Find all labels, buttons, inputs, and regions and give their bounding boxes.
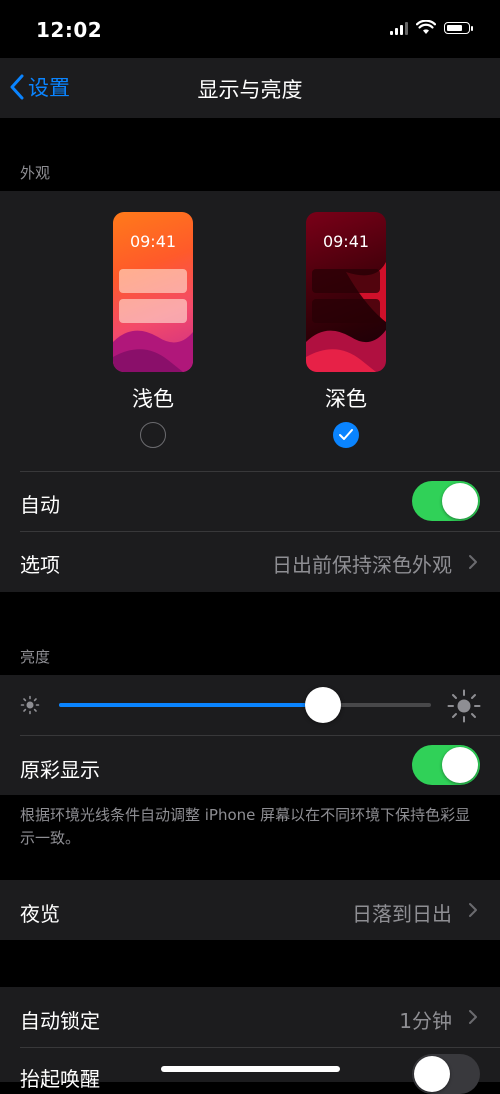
brightness-slider-thumb[interactable]	[305, 687, 342, 723]
checkmark-icon	[339, 429, 353, 440]
separator	[20, 1047, 500, 1048]
true-tone-toggle[interactable]	[412, 745, 480, 785]
light-preview-widget	[119, 299, 187, 323]
page-title: 显示与亮度	[197, 78, 303, 102]
auto-lock-value: 1分钟	[399, 1009, 452, 1033]
dark-mode-preview[interactable]: 09:41	[306, 212, 386, 372]
raise-to-wake-label: 抬起唤醒	[20, 1067, 100, 1091]
dark-preview-widget	[312, 299, 380, 323]
sun-small-icon	[20, 695, 40, 715]
light-preview-time: 09:41	[129, 232, 177, 251]
true-tone-label: 原彩显示	[20, 758, 100, 782]
chevron-right-icon	[469, 903, 477, 917]
brightness-header: 亮度	[20, 648, 51, 666]
appearance-group: 09:41 浅色 09:41 深色 自动 选项 日出前保持深色外观	[0, 191, 500, 592]
dark-preview-time: 09:41	[322, 232, 370, 251]
status-time: 12:02	[36, 18, 103, 42]
battery-icon	[444, 21, 473, 34]
appearance-header: 外观	[20, 164, 51, 182]
chevron-right-icon	[469, 1010, 477, 1024]
light-preview-widget	[119, 269, 187, 293]
night-shift-label: 夜览	[20, 902, 60, 926]
sun-large-icon	[447, 689, 481, 723]
night-shift-value: 日落到日出	[352, 902, 452, 926]
separator	[20, 471, 500, 472]
raise-to-wake-toggle[interactable]	[412, 1054, 480, 1094]
status-icons	[390, 20, 473, 35]
toggle-knob	[442, 747, 478, 783]
brightness-slider[interactable]	[59, 703, 431, 707]
options-value: 日出前保持深色外观	[272, 553, 452, 577]
cellular-signal-icon	[390, 21, 408, 35]
brightness-group: 原彩显示	[0, 675, 500, 795]
chevron-right-icon	[469, 555, 477, 569]
auto-lock-row[interactable]: 自动锁定 1分钟	[0, 987, 500, 1047]
true-tone-footnote: 根据环境光线条件自动调整 iPhone 屏幕以在不同环境下保持色彩显示一致。	[20, 806, 471, 847]
brightness-slider-fill	[59, 703, 324, 707]
home-indicator	[161, 1066, 340, 1072]
toggle-knob	[414, 1056, 450, 1092]
light-mode-preview[interactable]: 09:41	[113, 212, 193, 372]
auto-toggle[interactable]	[412, 481, 480, 521]
dark-mode-label: 深色	[325, 387, 367, 411]
options-label: 选项	[20, 553, 60, 577]
auto-label: 自动	[20, 493, 60, 517]
auto-lock-label: 自动锁定	[20, 1009, 100, 1033]
navigation-bar: 设置 显示与亮度	[0, 58, 500, 118]
separator	[20, 735, 500, 736]
wifi-icon	[416, 20, 436, 34]
options-row[interactable]: 选项 日出前保持深色外观	[0, 532, 500, 592]
dark-preview-widget	[312, 269, 380, 293]
night-shift-row[interactable]: 夜览 日落到日出	[0, 880, 500, 940]
light-mode-radio[interactable]	[140, 422, 166, 448]
toggle-knob	[442, 483, 478, 519]
light-mode-label: 浅色	[132, 387, 174, 411]
dark-mode-radio[interactable]	[333, 422, 359, 448]
